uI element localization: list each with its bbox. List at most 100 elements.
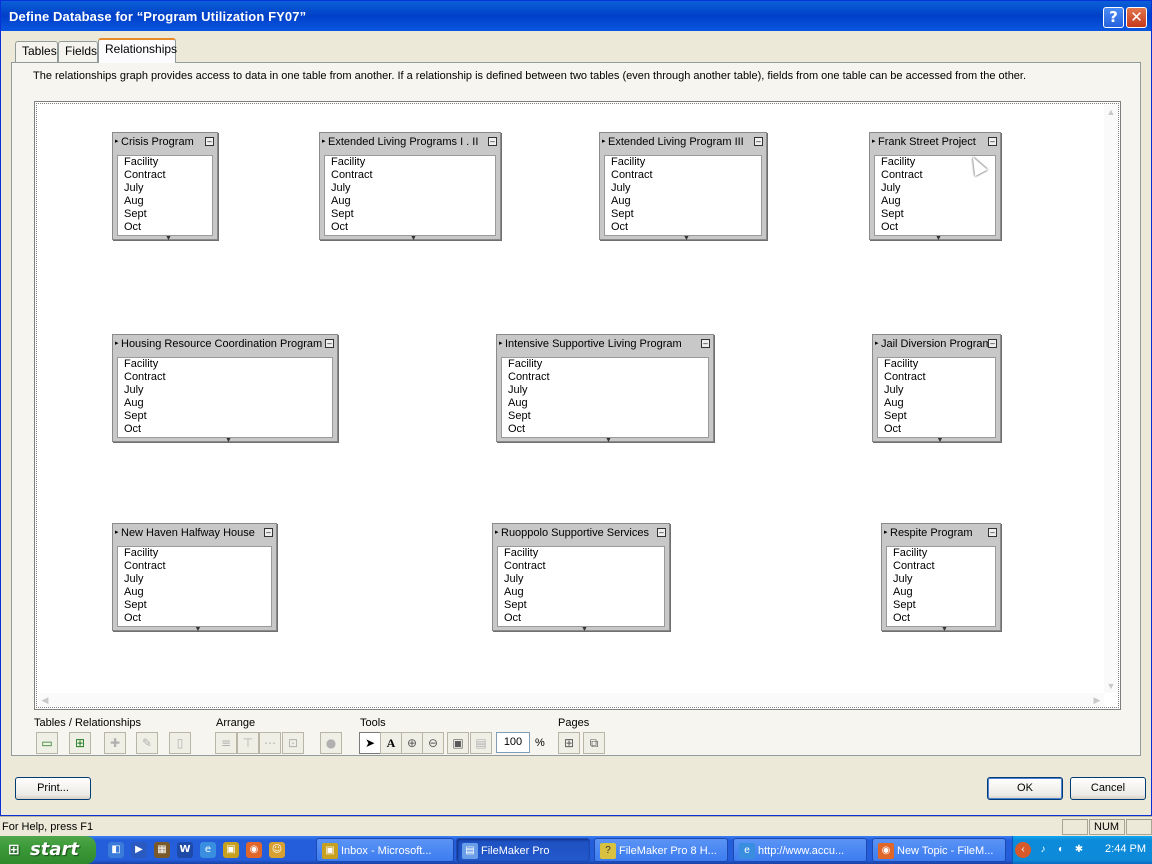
field-item[interactable]: July <box>605 182 761 195</box>
tray-expand-icon[interactable]: ‹ <box>1015 842 1031 858</box>
filemaker-icon[interactable]: ▣ <box>223 842 239 858</box>
collapse-table-icon[interactable]: – <box>264 528 273 537</box>
field-item[interactable]: Contract <box>887 560 995 573</box>
field-item[interactable]: Sept <box>118 410 332 423</box>
table-occurrence[interactable]: ▸ Respite Program – Facility Contract July Aug… <box>881 523 1001 633</box>
field-item[interactable]: Contract <box>325 169 495 182</box>
text-tool-icon[interactable]: A <box>380 732 402 754</box>
field-item[interactable]: Facility <box>887 547 995 560</box>
field-item[interactable]: Sept <box>887 599 995 612</box>
field-item[interactable]: Contract <box>878 371 995 384</box>
expand-fields-icon[interactable]: ▼ <box>683 235 690 242</box>
page-breaks-icon[interactable]: ⊞ <box>558 732 580 754</box>
add-relationship-icon[interactable]: ⊞ <box>69 732 91 754</box>
table-header[interactable]: ▸ Respite Program – <box>882 524 1000 544</box>
field-item[interactable]: Sept <box>118 208 212 221</box>
field-item[interactable]: Facility <box>118 547 271 560</box>
field-item[interactable]: Sept <box>502 410 708 423</box>
field-item[interactable]: Oct <box>887 612 995 625</box>
collapse-table-icon[interactable]: – <box>988 339 997 348</box>
field-item[interactable]: July <box>118 384 332 397</box>
table-header[interactable]: ▸ New Haven Halfway House – <box>113 524 276 544</box>
task-browser[interactable]: e http://www.accu... <box>733 838 867 862</box>
field-item[interactable]: July <box>887 573 995 586</box>
field-item[interactable]: Facility <box>118 156 212 169</box>
field-item[interactable]: Sept <box>118 599 271 612</box>
field-item[interactable]: Sept <box>325 208 495 221</box>
close-button[interactable]: ✕ <box>1126 7 1147 28</box>
table-field-list[interactable]: Facility Contract July Aug Sept Oct <box>117 155 213 236</box>
field-item[interactable]: Oct <box>118 423 332 436</box>
word-icon[interactable]: W <box>177 842 193 858</box>
table-field-list[interactable]: Facility Contract July Aug Sept Oct <box>117 357 333 438</box>
expand-fields-icon[interactable]: ▼ <box>410 235 417 242</box>
field-item[interactable]: Facility <box>502 358 708 371</box>
field-item[interactable]: Aug <box>325 195 495 208</box>
vertical-scrollbar[interactable]: ▲ ▼ <box>1104 105 1118 693</box>
tab-relationships[interactable]: Relationships <box>98 38 177 63</box>
field-item[interactable]: Contract <box>605 169 761 182</box>
collapse-table-icon[interactable]: – <box>754 137 763 146</box>
field-item[interactable]: Contract <box>118 169 212 182</box>
color-icon[interactable]: ● <box>320 732 342 754</box>
relationships-graph[interactable]: ▲ ▼ ◀ ▶ ▸ Crisis Program – Facility Contract… <box>34 101 1121 710</box>
table-header[interactable]: ▸ Jail Diversion Program – <box>873 335 1000 355</box>
field-item[interactable]: Contract <box>118 560 271 573</box>
task-inbox[interactable]: ▣ Inbox - Microsoft... <box>316 838 454 862</box>
table-field-list[interactable]: Facility Contract July Aug Sept Oct <box>501 357 709 438</box>
ie-icon[interactable]: e <box>200 842 216 858</box>
table-header[interactable]: ▸ Frank Street Project – <box>870 133 1000 153</box>
add-table-icon[interactable]: ▭ <box>36 732 58 754</box>
table-occurrence[interactable]: ▸ Housing Resource Coordination Program – F… <box>112 334 338 444</box>
collapse-table-icon[interactable]: – <box>205 137 214 146</box>
zoom-out-icon[interactable]: ⊖ <box>422 732 444 754</box>
tab-fields[interactable]: Fields <box>58 41 98 62</box>
field-item[interactable]: Oct <box>875 221 995 234</box>
table-field-list[interactable]: Facility Contract July Aug Sept Oct <box>886 546 996 627</box>
pointer-tool-icon[interactable]: ➤ <box>359 732 381 754</box>
help-button[interactable]: ? <box>1103 7 1124 28</box>
table-field-list[interactable]: Facility Contract July Aug Sept Oct <box>604 155 762 236</box>
distribute-icon[interactable]: ⋯ <box>259 732 281 754</box>
task-filemaker-help[interactable]: ? FileMaker Pro 8 H... <box>594 838 728 862</box>
field-item[interactable]: Contract <box>118 371 332 384</box>
cancel-button[interactable]: Cancel <box>1070 777 1146 800</box>
field-item[interactable]: Aug <box>118 195 212 208</box>
field-item[interactable]: Oct <box>118 221 212 234</box>
expand-fields-icon[interactable]: ▼ <box>225 437 232 444</box>
expand-fields-icon[interactable]: ▼ <box>165 235 172 242</box>
expand-fields-icon[interactable]: ▼ <box>941 626 948 633</box>
ok-button[interactable]: OK <box>987 777 1063 800</box>
table-field-list[interactable]: Facility Contract July Aug Sept Oct <box>117 546 272 627</box>
field-item[interactable]: July <box>118 573 271 586</box>
tray-app-icon[interactable]: ✱ <box>1071 842 1087 858</box>
resize-icon[interactable]: ⊡ <box>282 732 304 754</box>
delete-icon[interactable]: ▯ <box>169 732 191 754</box>
duplicate-icon[interactable]: ✚ <box>104 732 126 754</box>
zoom-percentage-field[interactable]: 100 <box>496 732 530 753</box>
field-item[interactable]: July <box>118 182 212 195</box>
start-button[interactable]: ⊞ start <box>0 836 96 864</box>
zoom-in-icon[interactable]: ⊕ <box>401 732 423 754</box>
messenger-icon[interactable]: ☺ <box>269 842 285 858</box>
field-item[interactable]: July <box>502 384 708 397</box>
table-header[interactable]: ▸ Ruoppolo Supportive Services – <box>493 524 669 544</box>
table-header[interactable]: ▸ Crisis Program – <box>113 133 217 153</box>
expand-fields-icon[interactable]: ▼ <box>937 437 944 444</box>
expand-fields-icon[interactable]: ▼ <box>195 626 202 633</box>
field-item[interactable]: July <box>325 182 495 195</box>
scroll-down-icon[interactable]: ▼ <box>1104 679 1118 693</box>
media-player-icon[interactable]: ▶ <box>131 842 147 858</box>
task-filemaker[interactable]: ▤ FileMaker Pro <box>456 838 590 862</box>
tab-tables[interactable]: Tables <box>15 41 58 62</box>
table-field-list[interactable]: Facility Contract July Aug Sept Oct <box>324 155 496 236</box>
align-left-icon[interactable]: ≡ <box>215 732 237 754</box>
field-item[interactable]: Oct <box>502 423 708 436</box>
table-occurrence[interactable]: ▸ Intensive Supportive Living Program – Fac… <box>496 334 714 444</box>
field-item[interactable]: Aug <box>498 586 664 599</box>
firefox-icon[interactable]: ◉ <box>246 842 262 858</box>
expand-fields-icon[interactable]: ▼ <box>605 437 612 444</box>
print-button[interactable]: Print... <box>15 777 91 800</box>
field-item[interactable]: Oct <box>325 221 495 234</box>
align-top-icon[interactable]: ⊤ <box>237 732 259 754</box>
